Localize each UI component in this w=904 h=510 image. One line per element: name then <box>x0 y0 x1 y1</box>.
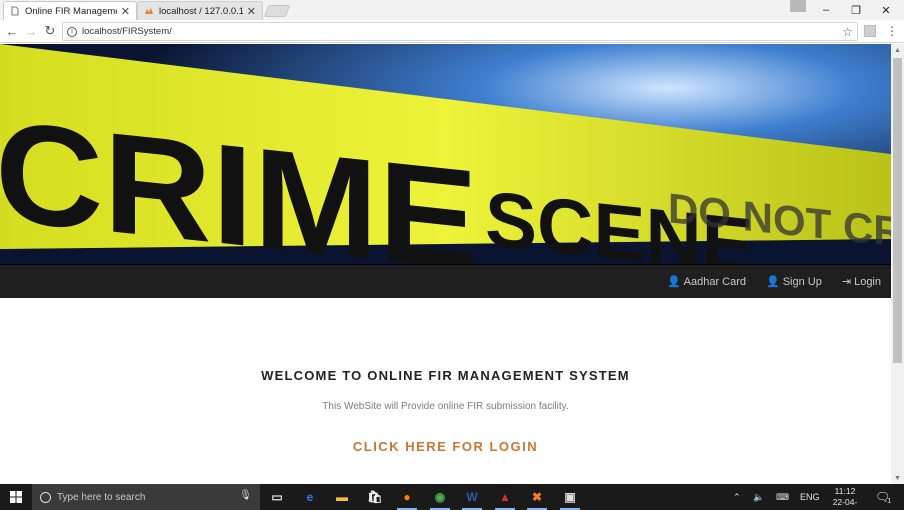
cortana-icon <box>40 491 51 503</box>
firefox-icon[interactable]: ● <box>394 487 420 510</box>
file-explorer-icon[interactable]: ▬ <box>329 487 355 507</box>
clock-time: 11:12 <box>834 486 856 496</box>
browser-toolbar: ← → ↻ i localhost/FIRSystem/ ☆ <box>0 20 904 43</box>
nav-label: Sign Up <box>782 275 822 288</box>
bookmark-star-icon[interactable]: ☆ <box>842 25 853 39</box>
keyboard-icon[interactable]: ⌨ <box>776 484 789 510</box>
page-title: WELCOME TO ONLINE FIR MANAGEMENT SYSTEM <box>261 368 630 383</box>
page-subtitle: This WebSite will Provide online FIR sub… <box>322 401 569 412</box>
info-icon[interactable]: i <box>67 26 77 37</box>
xampp-icon[interactable]: ✖ <box>524 487 550 510</box>
address-bar[interactable]: i localhost/FIRSystem/ ☆ <box>62 22 858 41</box>
banner-image: CRIME SCENE DO NOT CROSS <box>0 44 891 264</box>
nav-sign-up[interactable]: 👤 Sign Up <box>766 275 822 289</box>
tab-online-fir[interactable]: Online FIR Management ✕ <box>3 1 137 20</box>
page-scrollbar[interactable]: ▲ ▼ <box>891 44 904 484</box>
phpmyadmin-icon <box>145 8 153 14</box>
close-icon[interactable]: ✕ <box>121 5 130 18</box>
profile-icon[interactable] <box>790 0 806 12</box>
web-page: CRIME SCENE DO NOT CROSS 👤 Aadhar Card 👤… <box>0 44 891 484</box>
show-hidden-icons-icon[interactable]: ⌃ <box>733 484 741 510</box>
terminal-icon[interactable]: ▣ <box>557 487 583 510</box>
windows-start-icon[interactable] <box>0 484 32 510</box>
language-indicator[interactable]: ENG <box>800 484 820 510</box>
microphone-icon[interactable]: 🎙 <box>239 490 252 501</box>
task-view-icon[interactable]: ▭ <box>264 487 290 507</box>
tab-phpmyadmin[interactable]: localhost / 127.0.0.1 | ph ✕ <box>137 1 263 20</box>
page-icon <box>11 6 19 16</box>
new-tab-button[interactable] <box>263 5 291 17</box>
notification-icon[interactable]: 🗨 1 <box>875 484 891 510</box>
menu-icon[interactable]: ⋮ <box>886 24 898 38</box>
nav-label: Aadhar Card <box>683 275 747 288</box>
edge-icon[interactable]: e <box>297 487 323 507</box>
scroll-thumb[interactable] <box>893 58 902 363</box>
nav-label: Login <box>854 275 881 288</box>
tab-title: localhost / 127.0.0.1 | ph <box>159 5 243 17</box>
crime-scene-banner: CRIME SCENE DO NOT CROSS <box>0 44 891 264</box>
taskbar-search-input[interactable]: Type here to search 🎙 <box>32 484 260 510</box>
system-clock[interactable]: 11:12 22-04-2017 <box>824 486 866 510</box>
reload-icon[interactable]: ↻ <box>42 23 58 39</box>
scroll-up-icon[interactable]: ▲ <box>891 44 904 56</box>
restore-button[interactable]: ❐ <box>841 0 871 20</box>
forward-arrow-icon[interactable]: → <box>23 23 39 39</box>
chrome-icon[interactable]: ◉ <box>427 487 453 510</box>
top-navbar: 👤 Aadhar Card 👤 Sign Up ⇥ Login <box>0 264 891 298</box>
login-link[interactable]: CLICK HERE FOR LOGIN <box>0 439 891 454</box>
minimize-button[interactable]: – <box>811 0 841 20</box>
volume-icon[interactable]: 🔈 <box>753 484 764 510</box>
scroll-down-icon[interactable]: ▼ <box>891 472 904 484</box>
windows-taskbar: Type here to search 🎙 ▭ e ▬ 🛍 ● ◉ W ▲ ✖ … <box>0 484 904 510</box>
close-icon[interactable]: ✕ <box>247 5 256 18</box>
nav-login[interactable]: ⇥ Login <box>841 275 881 289</box>
clock-date: 22-04-2017 <box>832 497 858 510</box>
notification-count: 1 <box>887 497 892 505</box>
user-icon: 👤 <box>666 276 681 288</box>
store-icon[interactable]: 🛍 <box>362 487 388 507</box>
word-icon[interactable]: W <box>459 487 485 510</box>
window-close-button[interactable]: ✕ <box>871 0 901 20</box>
back-arrow-icon[interactable]: ← <box>4 23 20 39</box>
acrobat-icon[interactable]: ▲ <box>492 487 518 510</box>
url-text[interactable]: localhost/FIRSystem/ <box>82 26 842 37</box>
extension-icon[interactable] <box>864 25 876 37</box>
search-placeholder: Type here to search <box>57 491 146 503</box>
tab-strip: Online FIR Management ✕ localhost / 127.… <box>0 0 904 20</box>
tab-title: Online FIR Management <box>25 5 117 17</box>
login-icon: ⇥ <box>841 276 852 288</box>
nav-aadhar-card[interactable]: 👤 Aadhar Card <box>666 275 747 289</box>
user-icon: 👤 <box>766 276 780 288</box>
